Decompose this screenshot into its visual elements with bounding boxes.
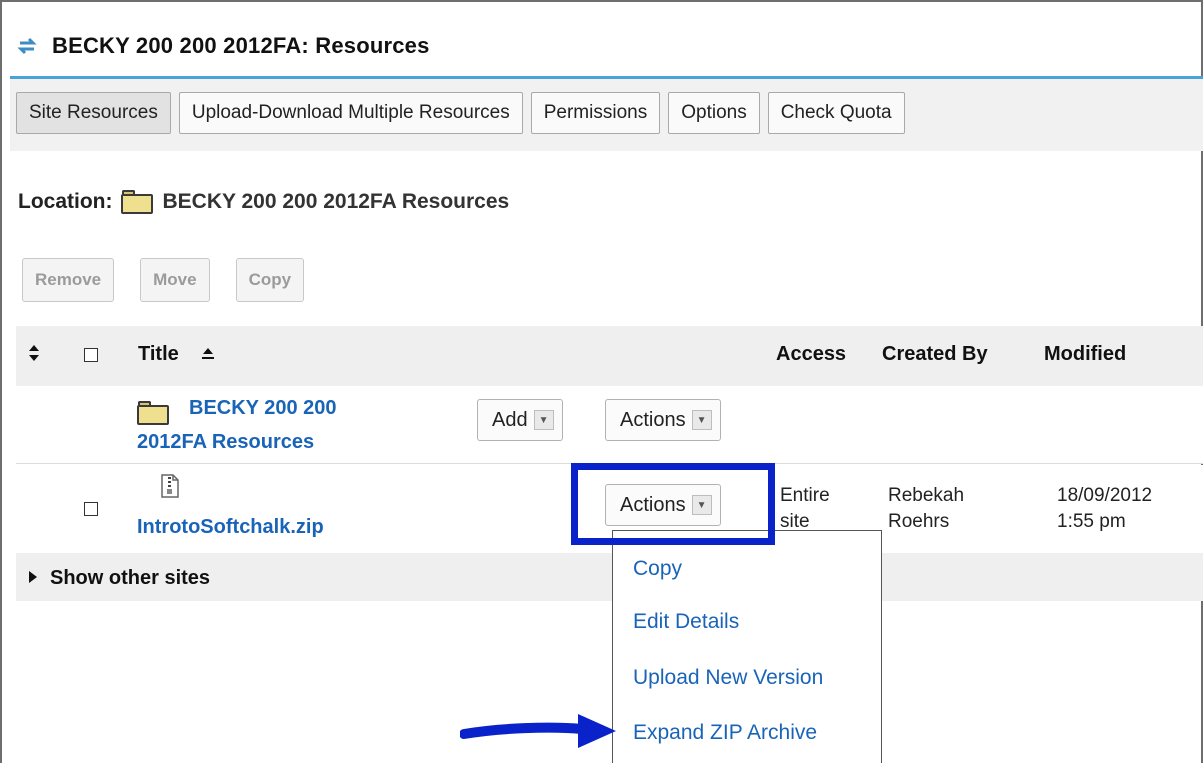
folder-actions-dropdown-button[interactable]: Actions ▼: [605, 399, 721, 441]
title-column-header[interactable]: Title: [138, 343, 179, 366]
callout-arrow-icon: [460, 714, 616, 748]
tool-tabs: Site Resources Upload-Download Multiple …: [16, 92, 913, 134]
menu-item-expand-zip-archive[interactable]: Expand ZIP Archive: [633, 721, 817, 745]
tab-options[interactable]: Options: [668, 92, 760, 134]
reset-icon[interactable]: [16, 35, 38, 57]
sort-icon[interactable]: [28, 344, 40, 362]
sort-ascending-icon[interactable]: [201, 346, 215, 362]
access-cell: Entire: [780, 485, 830, 506]
modified-column-header[interactable]: Modified: [1044, 343, 1126, 366]
add-label: Add: [492, 408, 528, 431]
tab-site-resources[interactable]: Site Resources: [16, 92, 171, 134]
select-all-checkbox[interactable]: [84, 348, 98, 362]
tab-check-quota[interactable]: Check Quota: [767, 92, 905, 134]
remove-button[interactable]: Remove: [22, 258, 115, 302]
bulk-actions: Remove Move Copy: [22, 258, 330, 302]
menu-item-edit-details[interactable]: Edit Details: [633, 610, 739, 634]
created-by-cell: Rebekah: [888, 485, 965, 506]
chevron-down-icon: ▼: [691, 410, 712, 430]
copy-button[interactable]: Copy: [235, 258, 305, 302]
actions-label: Actions: [620, 408, 686, 431]
expand-triangle-icon[interactable]: [28, 570, 38, 584]
folder-icon: [120, 190, 153, 214]
add-dropdown-button[interactable]: Add ▼: [477, 399, 563, 441]
folder-icon: [137, 401, 169, 425]
highlight-box: [571, 463, 775, 545]
row-checkbox[interactable]: [84, 502, 98, 516]
chevron-down-icon: ▼: [533, 410, 554, 430]
created-by-column-header[interactable]: Created By: [882, 343, 988, 366]
modified-cell: 18/09/2012: [1057, 485, 1153, 506]
folder-title-link-line2[interactable]: 2012FA Resources: [137, 431, 314, 454]
created-by-cell-line2: Roehrs: [888, 511, 950, 532]
move-button[interactable]: Move: [140, 258, 210, 302]
modified-cell-line2: 1:55 pm: [1057, 511, 1126, 532]
tab-permissions[interactable]: Permissions: [530, 92, 661, 134]
access-column-header[interactable]: Access: [776, 343, 846, 366]
menu-item-copy[interactable]: Copy: [633, 557, 682, 581]
show-other-sites-link[interactable]: Show other sites: [50, 567, 210, 590]
location-breadcrumb: Location: BECKY 200 200 2012FA Resources: [18, 190, 509, 214]
tool-title-bar: BECKY 200 200 2012FA: Resources: [16, 30, 430, 62]
page-title: BECKY 200 200 2012FA: Resources: [52, 33, 430, 58]
zip-file-icon: [161, 474, 179, 498]
location-label: Location:: [18, 190, 113, 213]
file-title-link[interactable]: IntrotoSoftchalk.zip: [137, 516, 324, 539]
actions-menu: Copy Edit Details Upload New Version Exp…: [612, 530, 882, 763]
tab-upload-download[interactable]: Upload-Download Multiple Resources: [178, 92, 523, 134]
table-header: [16, 326, 1203, 386]
folder-title-link[interactable]: BECKY 200 200: [189, 397, 337, 420]
location-value: BECKY 200 200 2012FA Resources: [162, 190, 510, 213]
menu-item-upload-new-version[interactable]: Upload New Version: [633, 666, 823, 690]
